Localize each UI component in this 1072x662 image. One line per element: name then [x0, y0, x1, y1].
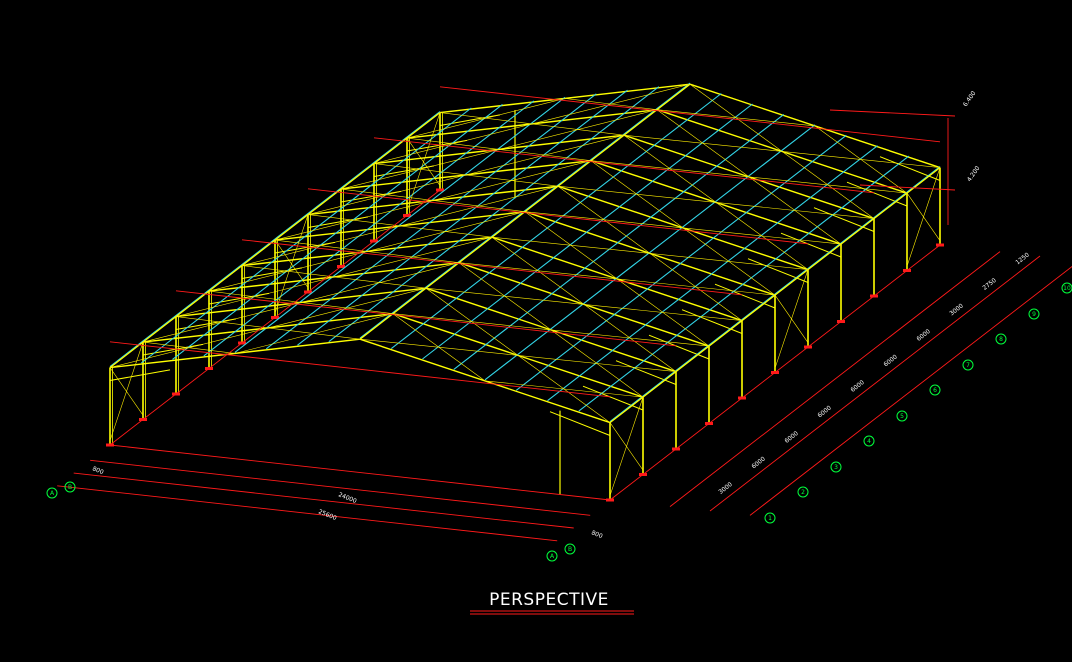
haunch	[747, 258, 809, 283]
purlin	[234, 96, 566, 353]
steel-frame-structure	[106, 82, 944, 502]
bay-dimension-label: 3000	[948, 302, 964, 317]
axis-bubble-label: B	[568, 546, 572, 553]
haunch	[648, 334, 710, 360]
wall-bracing	[906, 192, 941, 241]
bay-dimension-label: 6000	[915, 328, 931, 343]
haunch	[549, 411, 611, 436]
bay-dimension-label: 6000	[816, 404, 832, 419]
ground-line	[109, 189, 441, 446]
span-dim-1	[90, 459, 591, 516]
axis-bubble-label: B	[68, 484, 72, 491]
purlin	[297, 89, 628, 346]
dim-span-total: 25600	[317, 508, 337, 522]
elevation-line	[829, 109, 956, 117]
length-dim	[709, 255, 1041, 512]
axis-bubble-label: 10	[1063, 285, 1071, 292]
haunch	[681, 309, 743, 334]
axis-bubble-label: 8	[999, 336, 1003, 343]
roof-bracing	[392, 313, 486, 382]
cad-perspective-drawing: 800 24000 25600 800 6.400 4.200 30006000…	[46, 82, 1072, 615]
axis-bubble-label: 1	[768, 515, 772, 522]
dim-right-offset: 800	[590, 529, 603, 540]
purlin	[109, 111, 441, 367]
span-dim-3	[57, 485, 558, 542]
dim-left-offset: 800	[91, 465, 104, 476]
bay-dimension-label: 3000	[717, 481, 733, 496]
roof-bracing	[517, 355, 611, 423]
axis-bubble-label: 7	[966, 362, 970, 369]
rafter	[439, 83, 691, 114]
axis-bubble-label: A	[550, 553, 555, 560]
bay-dimension-label: 6000	[750, 455, 766, 470]
span-dim-2	[73, 472, 574, 529]
bay-dimension-label: 2750	[981, 277, 997, 292]
haunch	[615, 360, 677, 385]
haunch	[109, 369, 171, 381]
bay-dimension-label: 1250	[1014, 251, 1030, 266]
purlin	[203, 100, 535, 357]
axis-bubble-label: 6	[933, 387, 937, 394]
haunch	[780, 232, 842, 258]
purlin	[578, 155, 910, 412]
purlin	[515, 134, 847, 391]
purlin	[609, 166, 941, 422]
wall-bracing	[609, 422, 644, 471]
elevation-ridge: 6.400	[962, 90, 978, 108]
purlin	[547, 145, 878, 402]
haunch	[879, 156, 941, 181]
elevation-eave: 4.200	[966, 165, 982, 183]
axis-bubble-label: A	[50, 490, 55, 497]
axis-bubble-label: 9	[1032, 311, 1036, 318]
drawing-title: PERSPECTIVE	[489, 590, 609, 610]
bay-dimension-label: 6000	[882, 353, 898, 368]
axis-bubble-label: 4	[867, 438, 871, 445]
haunch	[714, 283, 776, 309]
axis-bubbles: ABAB1234567891011	[46, 282, 1072, 562]
wall-bracing	[109, 367, 144, 416]
bay-dimension-label: 6000	[783, 430, 799, 445]
haunch	[582, 385, 644, 411]
purlin	[453, 113, 785, 370]
axis-bubble-label: 2	[801, 489, 805, 496]
axis-bubble-label: 5	[900, 413, 904, 420]
ground-line	[109, 444, 611, 501]
purlin	[484, 124, 816, 381]
rafter	[109, 338, 361, 369]
wall-bracing	[774, 294, 809, 343]
axis-bubble-label: 3	[834, 464, 838, 471]
bay-dimension-label: 6000	[849, 379, 865, 394]
grid-line	[109, 341, 611, 398]
haunch	[813, 207, 875, 232]
